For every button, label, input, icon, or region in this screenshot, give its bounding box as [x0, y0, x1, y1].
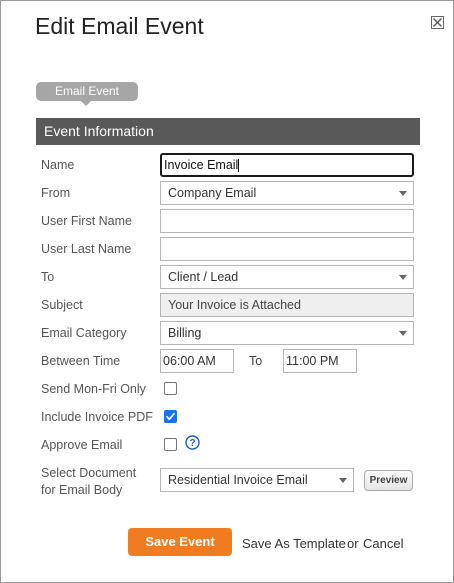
between-time-label: Between Time: [41, 354, 121, 368]
start-time-input[interactable]: 06:00 AM: [160, 349, 234, 373]
include-invoice-pdf-checkbox[interactable]: [164, 410, 177, 423]
select-document-label-line1: Select Document: [41, 466, 137, 480]
name-label: Name: [41, 158, 75, 172]
question-circle-icon[interactable]: ?: [185, 435, 200, 450]
end-time-value: 11:00 PM: [286, 354, 339, 368]
to-select[interactable]: Client / Lead: [160, 265, 414, 289]
chevron-down-icon: [339, 478, 347, 483]
include-invoice-pdf-label: Include Invoice PDF: [41, 410, 153, 424]
send-mon-fri-only-label: Send Mon-Fri Only: [41, 382, 146, 396]
preview-button[interactable]: Preview: [364, 470, 413, 491]
text-cursor: [238, 159, 240, 173]
subject-value: Your Invoice is Attached: [168, 298, 301, 312]
chevron-down-icon: [399, 191, 407, 196]
approve-email-label: Approve Email: [41, 438, 123, 452]
or-text: or: [347, 536, 359, 551]
close-icon[interactable]: [431, 16, 444, 29]
to-label: To: [41, 270, 55, 284]
svg-text:?: ?: [189, 438, 195, 449]
user-last-name-label: User Last Name: [41, 242, 132, 256]
from-select-value: Company Email: [168, 186, 257, 200]
tab-pointer-arrow: [81, 101, 91, 106]
edit-email-event-dialog: Edit Email Event Email Event Event Infor…: [0, 0, 454, 583]
name-input[interactable]: Invoice Email: [160, 153, 414, 177]
email-category-label: Email Category: [41, 326, 127, 340]
select-document-value: Residential Invoice Email: [168, 473, 308, 487]
approve-email-checkbox[interactable]: [164, 438, 177, 451]
cancel-link[interactable]: Cancel: [363, 536, 403, 551]
between-time-to-label: To: [249, 354, 263, 368]
email-category-value: Billing: [168, 326, 202, 340]
subject-input[interactable]: Your Invoice is Attached: [160, 293, 414, 317]
send-mon-fri-only-checkbox[interactable]: [164, 382, 177, 395]
select-document-label-line2: for Email Body: [41, 483, 123, 497]
start-time-value: 06:00 AM: [163, 354, 216, 368]
user-first-name-input[interactable]: [160, 209, 414, 233]
tab-email-event[interactable]: Email Event: [36, 82, 138, 101]
end-time-input[interactable]: 11:00 PM: [283, 349, 357, 373]
select-document-select[interactable]: Residential Invoice Email: [160, 468, 354, 492]
dialog-title: Edit Email Event: [35, 13, 204, 39]
from-select[interactable]: Company Email: [160, 181, 414, 205]
to-select-value: Client / Lead: [168, 270, 239, 284]
email-category-select[interactable]: Billing: [160, 321, 414, 345]
chevron-down-icon: [399, 331, 407, 336]
checkmark-icon: [166, 412, 175, 421]
save-as-template-link[interactable]: Save As Template: [242, 536, 346, 551]
from-label: From: [41, 186, 71, 200]
name-input-value: Invoice Email: [164, 158, 239, 172]
subject-label: Subject: [41, 298, 83, 312]
user-last-name-input[interactable]: [160, 237, 414, 261]
chevron-down-icon: [399, 275, 407, 280]
user-first-name-label: User First Name: [41, 214, 132, 228]
section-header-event-information: Event Information: [36, 118, 420, 145]
save-event-button[interactable]: Save Event: [128, 528, 232, 556]
